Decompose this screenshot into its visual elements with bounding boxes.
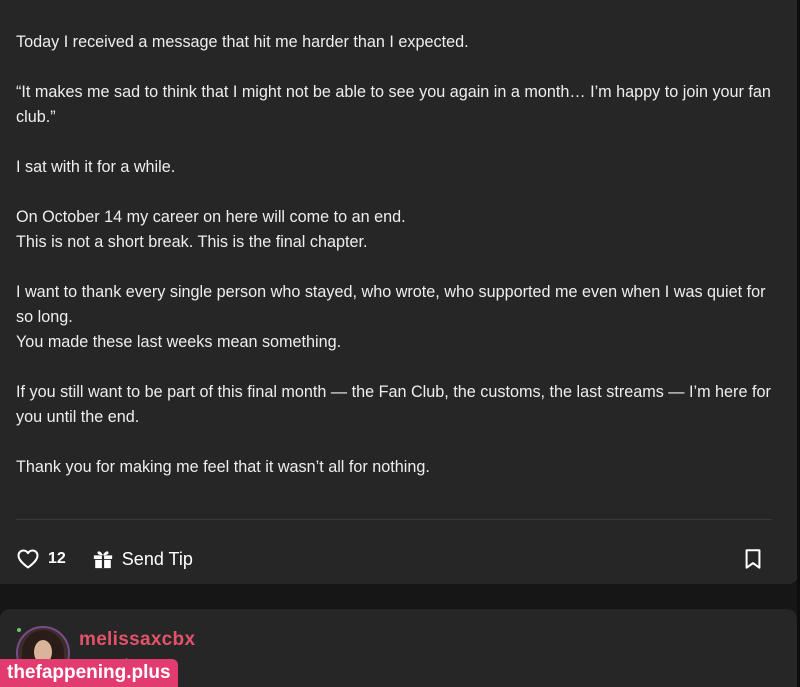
- gift-icon: [92, 548, 114, 570]
- online-status-dot: [17, 628, 21, 632]
- post-body: Today I received a message that hit me h…: [16, 30, 776, 480]
- heart-outline-icon: [16, 547, 40, 571]
- bookmark-button[interactable]: [742, 548, 764, 570]
- post-card: Today I received a message that hit me h…: [0, 0, 798, 584]
- post-paragraph: I sat with it for a while.: [16, 158, 176, 176]
- post-paragraph: If you still want to be part of this fin…: [16, 383, 771, 426]
- watermark: thefappening.plus: [0, 659, 178, 687]
- post-paragraph: Thank you for making me feel that it was…: [16, 458, 430, 476]
- post-paragraph: “It makes me sad to think that I might n…: [16, 83, 771, 126]
- post-actions-bar: 12 Send Tip: [16, 540, 772, 578]
- send-tip-label: Send Tip: [121, 548, 193, 569]
- send-tip-button[interactable]: Send Tip: [92, 548, 193, 570]
- like-count: 12: [48, 550, 66, 567]
- bookmark-outline-icon: [742, 548, 764, 570]
- like-button[interactable]: 12: [16, 547, 66, 571]
- post-paragraph: On October 14 my career on here will com…: [16, 208, 406, 251]
- post-paragraph: Today I received a message that hit me h…: [16, 33, 469, 51]
- post-paragraph: I want to thank every single person who …: [16, 283, 766, 351]
- post-author-username[interactable]: melissaxcbx: [79, 629, 195, 651]
- post-divider: [16, 519, 772, 520]
- feed-page: Today I received a message that hit me h…: [0, 0, 800, 687]
